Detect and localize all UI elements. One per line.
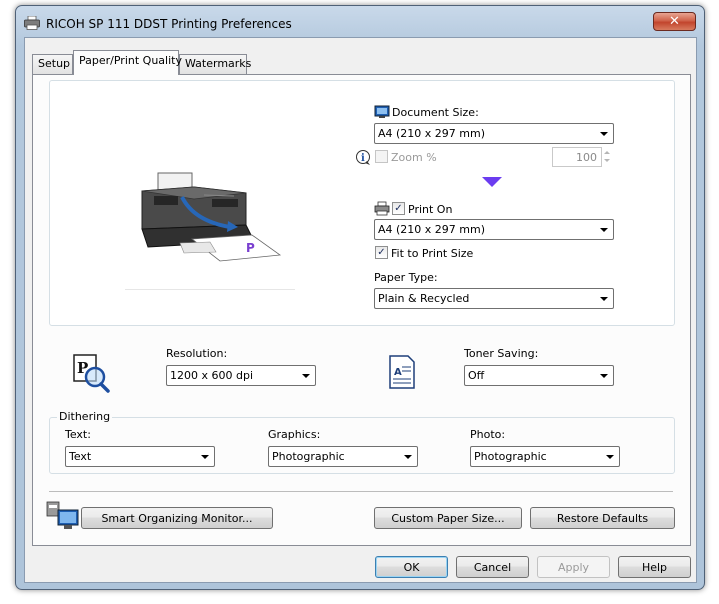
custom-paper-size-button[interactable]: Custom Paper Size... (374, 507, 522, 529)
dialog-client: Setup Paper/Print Quality Watermarks P D… (24, 37, 697, 583)
svg-text:A: A (394, 367, 402, 378)
zoom-checkbox[interactable] (375, 150, 388, 163)
tab-panel-paper-print-quality: P Document Size: A4 (210 x 297 mm) i Zoo… (32, 74, 691, 546)
ok-button[interactable]: OK (375, 556, 448, 578)
chevron-down-icon (600, 297, 608, 301)
zoom-value: 100 (576, 151, 597, 164)
print-on-label: Print On (408, 203, 453, 216)
help-button[interactable]: Help (618, 556, 691, 578)
paper-type-select[interactable]: Plain & Recycled (374, 288, 614, 309)
toner-saving-select[interactable]: Off (464, 365, 614, 386)
tab-paper-print-quality[interactable]: Paper/Print Quality (73, 50, 182, 75)
toner-saving-label: Toner Saving: (464, 347, 539, 360)
fit-to-print-size-label: Fit to Print Size (391, 247, 474, 260)
apply-button[interactable]: Apply (537, 556, 610, 578)
paper-type-label: Paper Type: (374, 271, 438, 284)
zoom-spinner[interactable] (602, 147, 613, 167)
dithering-photo-value: Photographic (474, 450, 547, 463)
chevron-down-icon (201, 455, 209, 459)
cancel-button[interactable]: Cancel (456, 556, 529, 578)
window-title: RICOH SP 111 DDST Printing Preferences (46, 17, 292, 31)
svg-text:i: i (361, 153, 365, 164)
tab-setup[interactable]: Setup (32, 54, 73, 74)
dithering-graphics-value: Photographic (272, 450, 345, 463)
dithering-photo-select[interactable]: Photographic (470, 446, 620, 467)
restore-defaults-button[interactable]: Restore Defaults (530, 507, 675, 529)
illustration-shadow-line (125, 289, 295, 290)
dithering-label: Dithering (57, 410, 113, 423)
toner-saving-icon: A (389, 355, 415, 389)
close-icon: ✕ (669, 14, 680, 29)
dialog-window: RICOH SP 111 DDST Printing Preferences ✕… (15, 5, 705, 590)
spin-down-icon (604, 159, 610, 162)
document-size-select[interactable]: A4 (210 x 297 mm) (374, 123, 614, 144)
spin-up-icon (604, 151, 610, 154)
printer-title-icon (24, 16, 40, 30)
resolution-value: 1200 x 600 dpi (170, 369, 254, 382)
dithering-text-value: Text (69, 450, 92, 463)
chevron-down-icon (600, 228, 608, 232)
dithering-text-select[interactable]: Text (65, 446, 215, 467)
chevron-down-icon (606, 455, 614, 459)
printer-illustration: P (141, 172, 282, 262)
smart-organizing-monitor-button[interactable]: Smart Organizing Monitor... (81, 507, 273, 529)
chevron-down-icon (600, 132, 608, 136)
chevron-down-icon (404, 455, 412, 459)
toner-saving-value: Off (468, 369, 485, 382)
print-on-icon (374, 201, 390, 216)
fit-to-print-size-checkbox[interactable]: ✓ (375, 246, 388, 259)
dithering-text-label: Text: (65, 428, 91, 441)
resolution-label: Resolution: (166, 347, 228, 360)
tab-watermarks[interactable]: Watermarks (179, 54, 251, 74)
dithering-group: Dithering Text: Text Graphics: Photograp… (49, 410, 675, 474)
monitor-icon (46, 501, 79, 529)
dithering-graphics-label: Graphics: (268, 428, 321, 441)
resolution-select[interactable]: 1200 x 600 dpi (166, 365, 316, 386)
print-on-value: A4 (210 x 297 mm) (378, 223, 486, 236)
print-on-checkbox[interactable]: ✓ (392, 202, 405, 215)
chevron-down-icon (302, 374, 310, 378)
dithering-graphics-select[interactable]: Photographic (268, 446, 418, 467)
paper-settings-group: P Document Size: A4 (210 x 297 mm) i Zoo… (49, 80, 675, 326)
zoom-input[interactable]: 100 (552, 147, 602, 167)
dithering-photo-label: Photo: (470, 428, 506, 441)
chevron-down-icon (600, 374, 608, 378)
info-icon[interactable]: i (355, 149, 372, 166)
title-bar: RICOH SP 111 DDST Printing Preferences ✕ (16, 6, 704, 38)
print-on-select[interactable]: A4 (210 x 297 mm) (374, 219, 614, 240)
zoom-label: Zoom % (391, 151, 437, 164)
document-size-value: A4 (210 x 297 mm) (378, 127, 486, 140)
document-size-label: Document Size: (392, 106, 479, 119)
close-button[interactable]: ✕ (653, 12, 696, 31)
svg-text:P: P (246, 241, 255, 255)
resolution-icon: P (73, 354, 110, 393)
down-arrow-icon (482, 177, 502, 187)
divider (49, 491, 673, 492)
document-size-icon (374, 105, 390, 118)
paper-type-value: Plain & Recycled (378, 292, 470, 305)
